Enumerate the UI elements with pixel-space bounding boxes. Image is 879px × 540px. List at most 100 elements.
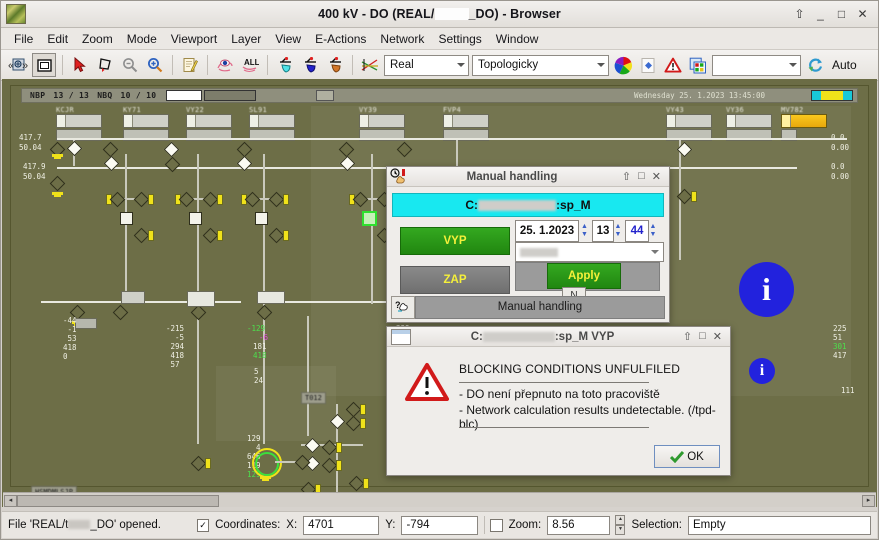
menu-item-e-actions[interactable]: E-Actions: [308, 30, 373, 48]
coordinates-checkbox[interactable]: ✓: [196, 518, 210, 532]
menu-item-viewport[interactable]: Viewport: [164, 30, 224, 48]
hour-field[interactable]: 13: [592, 220, 614, 242]
disconnector[interactable]: [190, 455, 207, 472]
bay-vy36[interactable]: VY36: [726, 106, 772, 141]
zoom-previous-icon[interactable]: « »: [7, 54, 29, 76]
ok-button[interactable]: OK: [654, 445, 720, 468]
disconnector[interactable]: [66, 140, 83, 157]
bay-vy22[interactable]: VY22: [186, 106, 232, 141]
spin-up-icon[interactable]: ▲: [579, 223, 590, 230]
layer-combo[interactable]: [712, 54, 801, 76]
disconnector[interactable]: [190, 304, 207, 321]
disconnector[interactable]: [163, 141, 180, 158]
zoom-spinner[interactable]: ▲ ▼: [615, 515, 626, 535]
minute-field[interactable]: 44: [625, 220, 649, 242]
menu-item-view[interactable]: View: [268, 30, 308, 48]
switch-orange-icon[interactable]: [324, 54, 346, 76]
date-field[interactable]: 25. 1.2023: [515, 220, 579, 242]
menu-item-mode[interactable]: Mode: [120, 30, 164, 48]
zoom-input[interactable]: 8.56: [547, 515, 611, 535]
disconnector[interactable]: [202, 227, 219, 244]
disconnector[interactable]: [321, 457, 338, 474]
maximize-icon[interactable]: □: [638, 170, 645, 183]
zoom-checkbox[interactable]: [490, 518, 503, 532]
horizontal-scrollbar[interactable]: ◂ ▸: [3, 492, 876, 507]
minute-spinner[interactable]: ▲ ▼: [648, 220, 658, 240]
spin-down-icon[interactable]: ▼: [615, 525, 626, 535]
view-combo[interactable]: Topologicky: [472, 54, 609, 76]
apply-button[interactable]: Apply: [547, 263, 621, 289]
disconnector[interactable]: [109, 191, 126, 208]
disconnector[interactable]: [164, 156, 181, 173]
vyp-button[interactable]: VYP: [400, 227, 510, 255]
alarm-icon[interactable]: [662, 54, 684, 76]
date-spinner[interactable]: ▲ ▼: [579, 220, 590, 240]
x-input[interactable]: 4701: [303, 515, 380, 535]
spin-down-icon[interactable]: ▼: [648, 231, 658, 238]
disconnector[interactable]: [268, 191, 285, 208]
blocking-message-dialog[interactable]: C::sp_M VYP ⇧ □ ✕ BLOCKING CONDITIONS UN…: [386, 326, 731, 476]
flag-icon[interactable]: [637, 54, 659, 76]
breaker-selected[interactable]: [362, 211, 377, 226]
restore-up-icon[interactable]: ⇧: [622, 170, 631, 183]
spin-down-icon[interactable]: ▼: [613, 231, 623, 238]
bay-vy39[interactable]: VY39: [359, 106, 405, 141]
color-wheel-icon[interactable]: [612, 54, 634, 76]
switch-blue-icon[interactable]: [299, 54, 321, 76]
earth-switch[interactable]: [49, 175, 66, 192]
disconnector[interactable]: [244, 191, 261, 208]
scroll-left-arrow[interactable]: ◂: [4, 495, 17, 507]
breaker[interactable]: [255, 212, 268, 225]
bay-sl91[interactable]: SL91: [249, 106, 295, 141]
pointer-select-icon[interactable]: [69, 54, 91, 76]
spin-down-icon[interactable]: ▼: [579, 231, 590, 238]
manual-handling-titlebar[interactable]: Manual handling ⇧ □ ✕: [387, 167, 669, 187]
disconnector[interactable]: [112, 304, 129, 321]
disconnector[interactable]: [294, 454, 311, 471]
breaker[interactable]: [120, 212, 133, 225]
plate-t012[interactable]: T012: [301, 392, 326, 404]
zap-button[interactable]: ZAP: [400, 266, 510, 294]
manual-handling-footer-label-bar[interactable]: Manual handling: [415, 295, 665, 319]
menu-item-window[interactable]: Window: [489, 30, 546, 48]
zoom-in-icon[interactable]: [144, 54, 166, 76]
bay-kcjr[interactable]: KCJR: [56, 106, 102, 141]
disconnector[interactable]: [348, 475, 365, 492]
disconnector[interactable]: [133, 227, 150, 244]
switch-cyan-icon[interactable]: [274, 54, 296, 76]
disconnector[interactable]: [345, 415, 362, 432]
bay-ky71[interactable]: KY71: [123, 106, 169, 141]
disconnector[interactable]: [321, 439, 338, 456]
all-marker-icon[interactable]: ALL: [239, 54, 261, 76]
polygon-select-icon[interactable]: [94, 54, 116, 76]
y-input[interactable]: -794: [401, 515, 478, 535]
manual-handling-footer-icon[interactable]: ?: [391, 295, 415, 319]
menu-item-file[interactable]: File: [7, 30, 40, 48]
disconnector[interactable]: [202, 191, 219, 208]
disconnector[interactable]: [268, 227, 285, 244]
eye-marker-icon[interactable]: [214, 54, 236, 76]
menu-item-zoom[interactable]: Zoom: [75, 30, 120, 48]
layers-icon[interactable]: [687, 54, 709, 76]
info-bubble-large[interactable]: i: [739, 262, 794, 317]
manual-handling-dialog[interactable]: Manual handling ⇧ □ ✕ C::sp_M VYP ZAP 25…: [386, 166, 670, 323]
mode-combo[interactable]: Real: [384, 54, 469, 76]
bay-vy43[interactable]: VY43: [666, 106, 712, 141]
spin-up-icon[interactable]: ▲: [613, 223, 623, 230]
maximize-icon[interactable]: □: [699, 330, 706, 343]
graph-icon[interactable]: [359, 54, 381, 76]
bay-fvp4[interactable]: FVP4: [443, 106, 489, 141]
menu-item-edit[interactable]: Edit: [40, 30, 75, 48]
spin-up-icon[interactable]: ▲: [648, 223, 658, 230]
refresh-icon[interactable]: [804, 54, 826, 76]
menu-item-layer[interactable]: Layer: [224, 30, 268, 48]
breaker[interactable]: [189, 212, 202, 225]
scroll-thumb[interactable]: [17, 495, 219, 507]
reason-combo[interactable]: [515, 242, 664, 262]
zoom-fit-icon[interactable]: [32, 53, 56, 77]
spin-up-icon[interactable]: ▲: [615, 515, 626, 525]
close-icon[interactable]: ✕: [713, 330, 722, 343]
disconnector[interactable]: [256, 304, 273, 321]
selection-input[interactable]: Empty: [688, 515, 871, 535]
bay-mv782[interactable]: MV782: [781, 106, 827, 141]
